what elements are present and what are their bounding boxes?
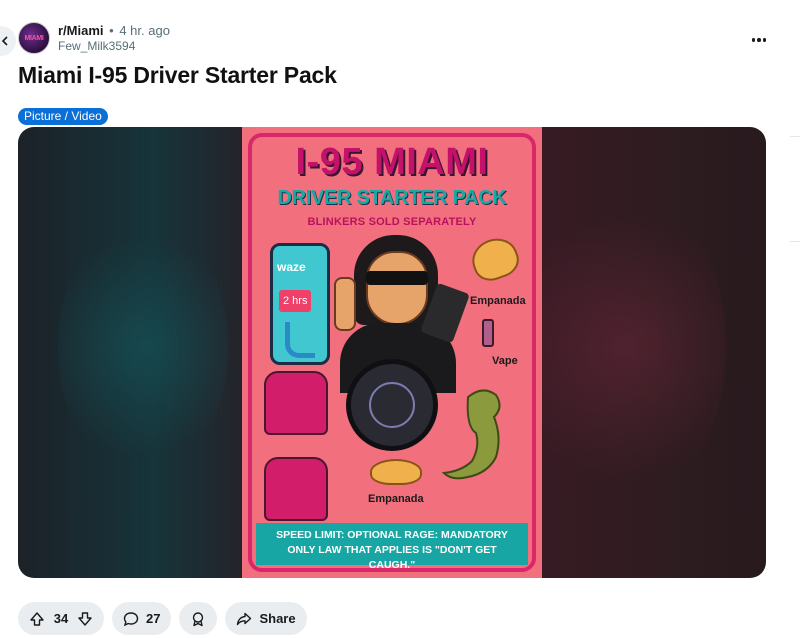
sunglasses — [366, 271, 428, 285]
poster-title: I-95 MIAMI — [295, 141, 489, 183]
award-icon — [193, 611, 204, 626]
arrow-up-icon[interactable] — [29, 611, 45, 627]
post-action-bar: 34 27 Share — [18, 602, 307, 635]
middle-finger-hand — [334, 277, 356, 331]
arrow-down-icon[interactable] — [77, 611, 93, 627]
steering-wheel — [346, 359, 438, 451]
share-arrow-icon — [237, 612, 252, 625]
empanada-label: Empanada — [470, 295, 526, 307]
poster-footer-line: SPEED LIMIT: OPTIONAL RAGE: MANDATORY — [276, 529, 508, 541]
poster-footer-banner: SPEED LIMIT: OPTIONAL RAGE: MANDATORY ON… — [256, 523, 528, 571]
more-dot — [762, 38, 767, 42]
post-time: 4 hr. ago — [119, 22, 170, 38]
subreddit-link[interactable]: r/Miami — [58, 23, 104, 38]
poster-subtitle: DRIVER STARTER PACK — [277, 187, 507, 209]
blurred-backdrop-left — [58, 217, 228, 477]
award-button[interactable] — [179, 602, 218, 635]
more-options-button[interactable] — [748, 32, 770, 48]
meta-separator: • — [109, 22, 114, 38]
post-title[interactable]: Miami I-95 Driver Starter Pack — [18, 62, 337, 89]
phone-illustration: waze 2 hrs — [270, 243, 330, 365]
speech-bubble-icon — [123, 611, 139, 626]
iguana-illustration — [441, 389, 501, 480]
blurred-backdrop-right — [526, 187, 726, 507]
share-button[interactable]: Share — [225, 602, 307, 635]
poster-footer-line: ONLY LAW THAT APPLIES IS "DON'T GET CAUG… — [287, 544, 497, 571]
waze-app-label: waze — [277, 260, 306, 274]
empanada-illustration — [370, 459, 422, 485]
post-media[interactable]: I-95 MIAMI DRIVER STARTER PACK BLINKERS … — [18, 127, 766, 578]
post-flair[interactable]: Picture / Video — [18, 108, 108, 125]
side-divider — [790, 241, 800, 242]
more-dot — [757, 38, 761, 42]
starter-pack-image: I-95 MIAMI DRIVER STARTER PACK BLINKERS … — [242, 127, 542, 578]
back-button[interactable] — [0, 26, 16, 56]
car-illustration — [264, 457, 328, 521]
map-route — [285, 322, 315, 358]
mercedes-logo — [369, 382, 415, 428]
share-label: Share — [259, 611, 296, 626]
comment-count: 27 — [146, 611, 161, 626]
side-divider — [790, 136, 800, 137]
post-header: MIAMI r/Miami • 4 hr. ago Few_Milk3594 — [18, 22, 170, 54]
vape-illustration — [482, 319, 494, 347]
eta-badge: 2 hrs — [279, 290, 312, 312]
chevron-left-icon — [1, 36, 8, 46]
subreddit-avatar[interactable]: MIAMI — [18, 22, 50, 54]
author-link[interactable]: Few_Milk3594 — [58, 39, 170, 54]
vape-label: Vape — [492, 355, 518, 367]
post-meta: r/Miami • 4 hr. ago Few_Milk3594 — [58, 23, 170, 54]
car-illustration — [264, 371, 328, 435]
man-face — [366, 251, 428, 325]
poster-tagline: BLINKERS SOLD SEPARATELY — [307, 216, 477, 228]
empanada-label: Empanada — [368, 493, 424, 505]
vote-count: 34 — [53, 611, 69, 626]
comments-button[interactable]: 27 — [112, 602, 172, 635]
more-horizontal-icon — [751, 38, 756, 42]
vote-control: 34 — [18, 602, 104, 635]
